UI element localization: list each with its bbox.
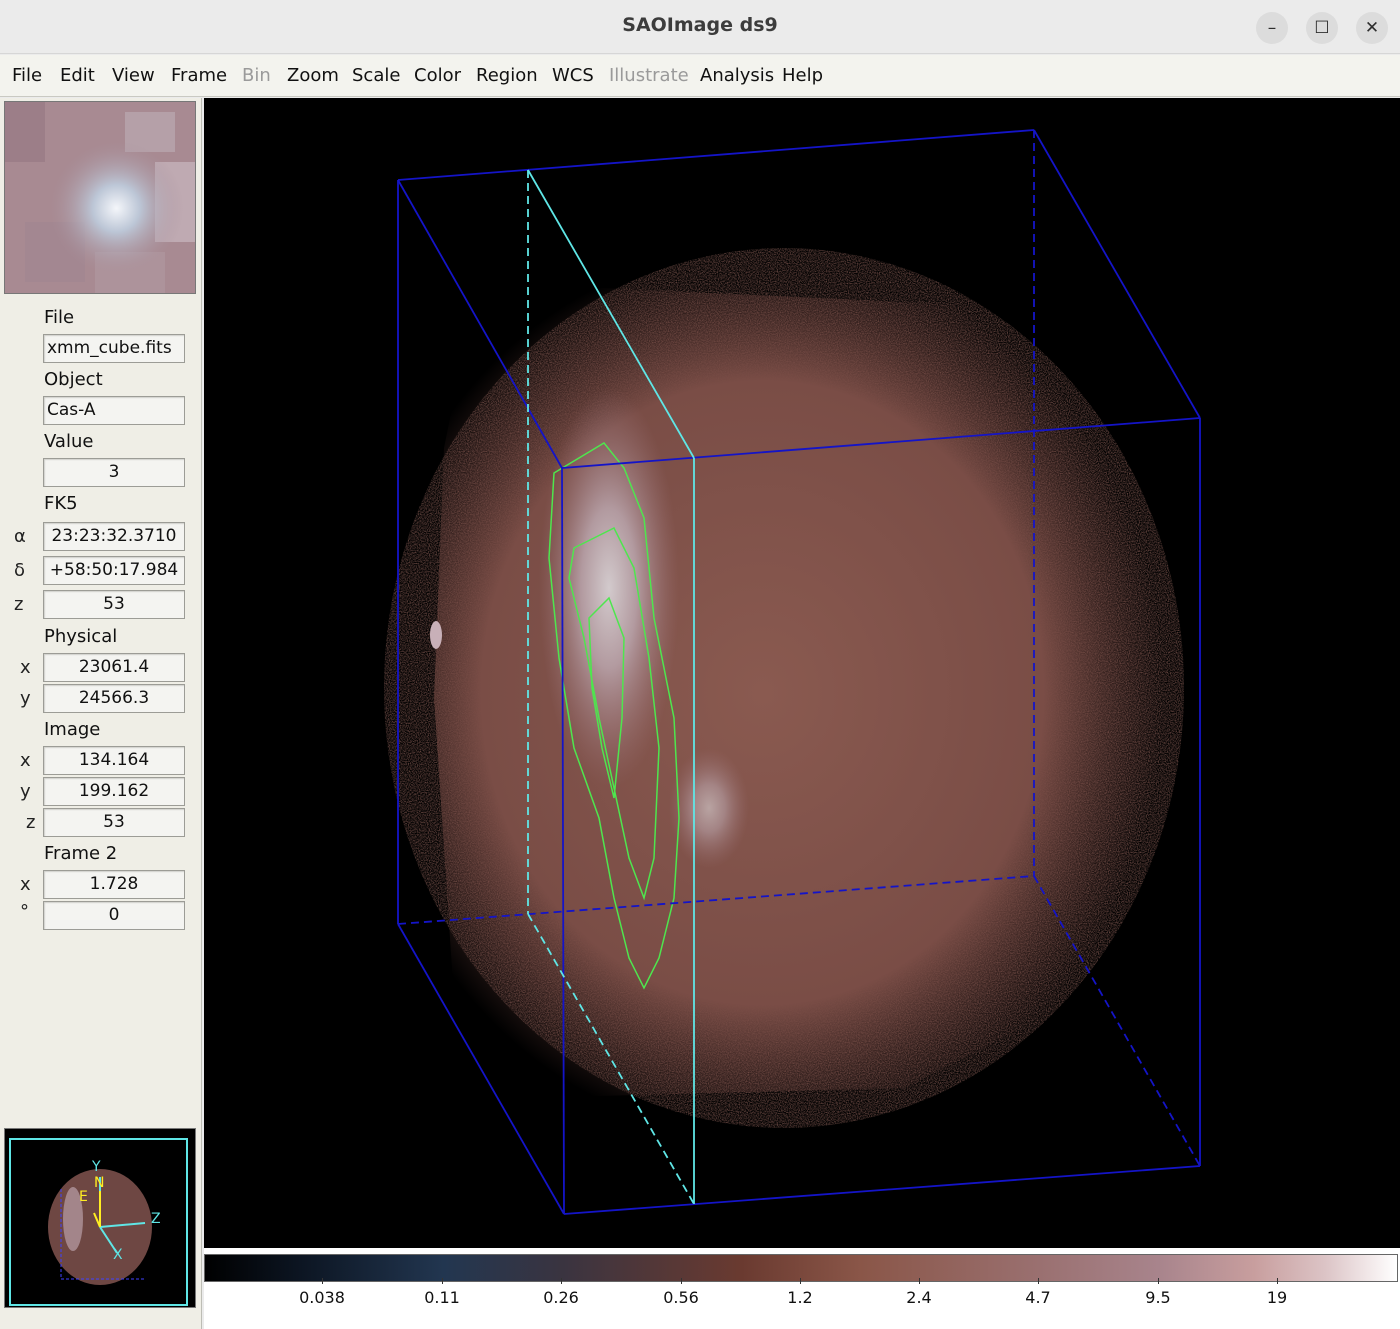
- colorbar-tick-label: 9.5: [1145, 1288, 1171, 1307]
- magnifier-view: [9, 1138, 188, 1306]
- file-label: File: [44, 307, 75, 328]
- image-y-field[interactable]: 199.162: [43, 777, 185, 806]
- magnifier: Y N E Z X: [4, 1128, 196, 1308]
- mag-x-axis: X: [113, 1247, 123, 1263]
- colorbar-tick-label: 0.038: [299, 1288, 345, 1307]
- menu-region[interactable]: Region: [476, 65, 538, 86]
- value-field[interactable]: 3: [43, 458, 185, 487]
- colorbar-tick-label: 0.56: [663, 1288, 699, 1307]
- colorbar-tick-label: 0.11: [424, 1288, 460, 1307]
- image-z-field[interactable]: 53: [43, 808, 185, 837]
- colorbar-tickmark: [800, 1278, 801, 1284]
- image-x-label: x: [20, 750, 31, 771]
- menu-bin[interactable]: Bin: [242, 65, 271, 86]
- maximize-icon[interactable]: ☐: [1306, 12, 1338, 44]
- wcs-label: FK5: [44, 493, 78, 514]
- panner-thumbnail[interactable]: [4, 101, 196, 294]
- colorbar-tickmark: [1158, 1278, 1159, 1284]
- colorbar-tickmark: [681, 1278, 682, 1284]
- colorbar-tick-label: 2.4: [906, 1288, 932, 1307]
- image-label: Image: [44, 719, 101, 740]
- colorbar-tick-label: 1.2: [787, 1288, 813, 1307]
- frame-angle-field[interactable]: 0: [43, 901, 185, 930]
- physical-y-label: y: [20, 688, 31, 709]
- menu-help[interactable]: Help: [782, 65, 823, 86]
- window-titlebar[interactable]: SAOImage ds9 – ☐ ✕: [0, 0, 1400, 54]
- value-label: Value: [44, 431, 94, 452]
- colorbar-tickmark: [561, 1278, 562, 1284]
- file-field[interactable]: xmm_cube.fits: [43, 334, 185, 363]
- menu-scale[interactable]: Scale: [352, 65, 400, 86]
- colorbar-tickmark: [442, 1278, 443, 1284]
- minimize-icon[interactable]: –: [1256, 12, 1288, 44]
- colorbar-tickmark: [1277, 1278, 1278, 1284]
- menu-edit[interactable]: Edit: [60, 65, 95, 86]
- image-x-field[interactable]: 134.164: [43, 746, 185, 775]
- colorbar-tick-label: 4.7: [1025, 1288, 1051, 1307]
- object-label: Object: [44, 369, 103, 390]
- window-title: SAOImage ds9: [622, 14, 778, 36]
- cube-render: [384, 129, 1201, 1215]
- colorbar-tickmark: [322, 1278, 323, 1284]
- image-z-label: z: [26, 812, 36, 833]
- close-icon[interactable]: ✕: [1356, 12, 1388, 44]
- mag-east: E: [79, 1189, 88, 1205]
- menu-frame[interactable]: Frame: [171, 65, 227, 86]
- mag-north: N: [94, 1175, 105, 1191]
- menu-view[interactable]: View: [112, 65, 155, 86]
- mag-z-axis: Z: [151, 1211, 161, 1227]
- frame-zoom-label: x: [20, 874, 31, 895]
- object-field[interactable]: Cas-A: [43, 396, 185, 425]
- frame-label: Frame 2: [44, 843, 118, 864]
- dec-field[interactable]: +58:50:17.984: [43, 556, 185, 585]
- menu-analysis[interactable]: Analysis: [700, 65, 774, 86]
- ra-field[interactable]: 23:23:32.3710: [43, 522, 185, 551]
- physical-x-label: x: [20, 657, 31, 678]
- wcs-z-label: z: [14, 594, 24, 615]
- physical-x-field[interactable]: 23061.4: [43, 653, 185, 682]
- frame-zoom-field[interactable]: 1.728: [43, 870, 185, 899]
- frame-angle-label: °: [20, 901, 29, 922]
- colorbar[interactable]: 0.038 0.11 0.26 0.56 1.2 2.4 4.7 9.5 19: [204, 1248, 1400, 1329]
- mag-y-axis: Y: [92, 1159, 101, 1175]
- emission-body: [434, 288, 1164, 1098]
- image-canvas[interactable]: [204, 98, 1400, 1248]
- colorbar-tickmark: [919, 1278, 920, 1284]
- menu-color[interactable]: Color: [414, 65, 461, 86]
- menu-wcs[interactable]: WCS: [552, 65, 594, 86]
- menu-bar: File Edit View Frame Bin Zoom Scale Colo…: [0, 55, 1400, 97]
- delta-label: δ: [14, 560, 26, 581]
- menu-file[interactable]: File: [12, 65, 42, 86]
- colorbar-tick-label: 19: [1266, 1288, 1288, 1307]
- info-panel: File xmm_cube.fits Object Cas-A Value 3 …: [0, 98, 202, 1329]
- menu-zoom[interactable]: Zoom: [287, 65, 339, 86]
- panner-image: [5, 102, 195, 293]
- colorbar-gradient: [204, 1254, 1398, 1282]
- wcs-z-field[interactable]: 53: [43, 590, 185, 619]
- physical-y-field[interactable]: 24566.3: [43, 684, 185, 713]
- menu-illustrate[interactable]: Illustrate: [609, 65, 689, 86]
- colorbar-tickmark: [1038, 1278, 1039, 1284]
- colorbar-tick-label: 0.26: [543, 1288, 579, 1307]
- alpha-label: α: [14, 526, 26, 547]
- physical-label: Physical: [44, 626, 118, 647]
- image-y-label: y: [20, 781, 31, 802]
- bright-ejecta: [539, 388, 679, 788]
